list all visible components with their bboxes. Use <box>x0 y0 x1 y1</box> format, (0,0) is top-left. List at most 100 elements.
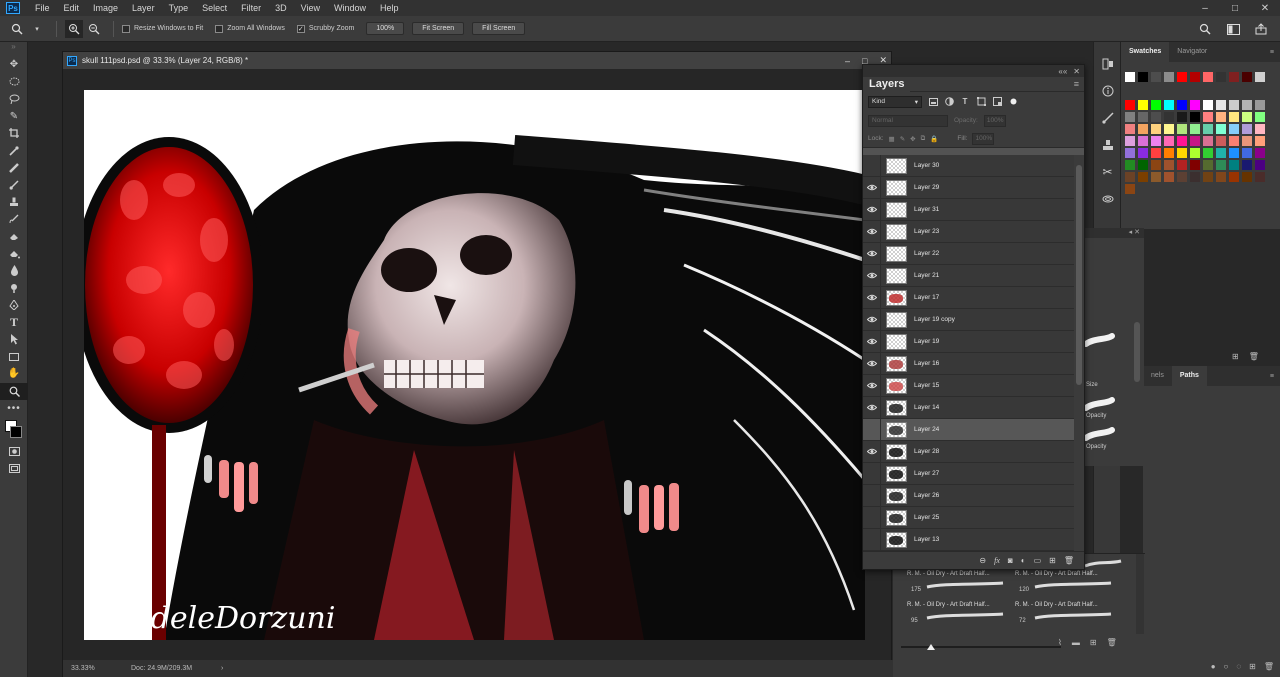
color-swatch[interactable] <box>1203 112 1213 122</box>
clone-source-icon[interactable] <box>1094 131 1121 158</box>
delete-layer-icon[interactable]: 🗑 <box>1064 556 1074 565</box>
type-tool-icon[interactable]: T <box>0 314 28 331</box>
color-swatch[interactable] <box>1216 124 1226 134</box>
eyedropper-tool-icon[interactable] <box>0 142 28 159</box>
visibility-eye-icon[interactable] <box>863 264 881 287</box>
brush-preset[interactable]: R. M. - Oil Dry - Art Draft Half... 72 <box>1015 602 1119 632</box>
color-swatch[interactable] <box>1190 172 1200 182</box>
scrollbar-thumb[interactable] <box>1076 165 1082 385</box>
color-swatch[interactable] <box>1151 136 1161 146</box>
new-adjustment-icon[interactable]: ◐ <box>1021 556 1026 565</box>
visibility-eye-icon[interactable] <box>863 242 881 265</box>
minimize-icon[interactable]: – <box>1190 0 1220 16</box>
color-swatch[interactable] <box>1242 72 1252 82</box>
layer-thumbnail[interactable] <box>886 289 907 306</box>
layer-row[interactable]: Layer 30 <box>863 155 1074 177</box>
color-swatch[interactable] <box>1203 124 1213 134</box>
color-swatch[interactable] <box>1177 136 1187 146</box>
zoom-100-button[interactable]: 100% <box>366 22 405 35</box>
color-swatch[interactable] <box>1229 100 1239 110</box>
tool-presets-icon[interactable]: ✂ <box>1094 158 1121 185</box>
color-swatch[interactable] <box>1151 172 1161 182</box>
lock-position-icon[interactable]: ✥ <box>910 135 915 143</box>
color-swatch[interactable] <box>1216 160 1226 170</box>
pen-tool-icon[interactable] <box>0 297 28 314</box>
color-swatch[interactable] <box>1190 124 1200 134</box>
color-swatch[interactable] <box>1190 160 1200 170</box>
new-brush-group-icon[interactable]: ▬ <box>1072 638 1080 647</box>
history-panel-icon[interactable] <box>1094 50 1121 77</box>
zoom-in-icon[interactable] <box>65 19 83 38</box>
menu-type[interactable]: Type <box>162 0 196 16</box>
toolbar-grip-icon[interactable]: » <box>0 42 27 56</box>
3d-panel-icon[interactable] <box>1094 185 1121 212</box>
tab-layers[interactable]: Layers <box>863 76 911 92</box>
color-swatch[interactable] <box>1164 160 1174 170</box>
color-swatch[interactable] <box>1255 136 1265 146</box>
new-layer-icon[interactable]: ⊞ <box>1049 556 1056 565</box>
color-swatch[interactable] <box>1216 148 1226 158</box>
crop-tool-icon[interactable] <box>0 125 28 142</box>
load-selection-icon[interactable]: ◌ <box>1236 662 1241 677</box>
close-icon[interactable]: ✕ <box>1250 0 1280 16</box>
fit-screen-button[interactable]: Fit Screen <box>412 22 465 35</box>
color-swatch[interactable] <box>1255 100 1265 110</box>
delete-brush-icon[interactable]: 🗑 <box>1107 638 1117 647</box>
visibility-eye-icon[interactable] <box>863 374 881 397</box>
panel-menu-icon[interactable]: ≡ <box>1074 79 1079 89</box>
visibility-eye-icon[interactable] <box>863 352 881 375</box>
color-swatch[interactable] <box>1125 148 1135 158</box>
layer-name[interactable]: Layer 16 <box>914 360 939 367</box>
color-swatch[interactable] <box>1177 72 1187 82</box>
menu-image[interactable]: Image <box>86 0 125 16</box>
visibility-eye-icon[interactable] <box>863 396 881 419</box>
color-swatch[interactable] <box>1190 148 1200 158</box>
visibility-eye-icon[interactable] <box>863 286 881 309</box>
layer-row[interactable]: Layer 29 <box>863 176 1074 199</box>
layer-name[interactable]: Layer 22 <box>914 250 939 257</box>
filter-type-icon[interactable]: T <box>960 97 970 107</box>
document-title[interactable]: skull 111psd.psd @ 33.3% (Layer 24, RGB/… <box>82 56 248 65</box>
color-swatch[interactable] <box>1190 100 1200 110</box>
layer-name[interactable]: Layer 30 <box>914 162 939 169</box>
eraser-tool-icon[interactable] <box>0 228 28 245</box>
layer-name[interactable]: Layer 17 <box>914 294 939 301</box>
filter-toggle-icon[interactable] <box>1008 97 1018 107</box>
color-swatch[interactable] <box>1138 148 1148 158</box>
color-swatch[interactable] <box>1151 72 1161 82</box>
color-swatch[interactable] <box>1164 136 1174 146</box>
menu-window[interactable]: Window <box>327 0 373 16</box>
layer-row[interactable]: Layer 25 <box>863 506 1074 529</box>
search-icon[interactable] <box>1196 20 1214 38</box>
color-swatch[interactable] <box>1164 172 1174 182</box>
color-swatch[interactable] <box>1164 100 1174 110</box>
color-swatch[interactable] <box>1229 136 1239 146</box>
color-swatch[interactable] <box>1151 100 1161 110</box>
layer-name[interactable]: Layer 28 <box>914 448 939 455</box>
layer-name[interactable]: Layer 24 <box>914 426 939 433</box>
menu-file[interactable]: File <box>28 0 57 16</box>
color-swatch[interactable] <box>1203 172 1213 182</box>
color-swatch[interactable] <box>1125 136 1135 146</box>
lock-all-icon[interactable]: 🔒 <box>930 135 938 143</box>
brush-tool-toggle-icon[interactable]: ⌇ <box>1058 638 1062 647</box>
visibility-off-icon[interactable] <box>863 506 881 529</box>
color-swatch[interactable] <box>1125 72 1135 82</box>
layer-row[interactable]: Layer 22 <box>863 242 1074 265</box>
screen-mode-icon[interactable] <box>0 460 28 477</box>
color-swatch[interactable] <box>1138 160 1148 170</box>
color-swatch[interactable] <box>1177 148 1187 158</box>
visibility-off-icon[interactable] <box>863 528 881 551</box>
tab-paths[interactable]: Paths <box>1171 366 1207 386</box>
lock-transparent-icon[interactable]: ▦ <box>889 135 895 143</box>
layer-row[interactable]: Layer 24 <box>863 418 1074 441</box>
menu-3d[interactable]: 3D <box>268 0 294 16</box>
marquee-tool-icon[interactable] <box>0 73 28 90</box>
layer-name[interactable]: Layer 13 <box>914 536 939 543</box>
layer-row[interactable]: Layer 26 <box>863 484 1074 507</box>
brush-preset[interactable]: R. M. - Oil Dry - Art Draft Half... 95 <box>907 602 1011 632</box>
layer-name[interactable]: Layer 29 <box>914 184 939 191</box>
clone-stamp-tool-icon[interactable] <box>0 194 28 211</box>
layer-name[interactable]: Layer 27 <box>914 470 939 477</box>
close-panel-icon[interactable]: ✕ <box>1073 67 1080 76</box>
